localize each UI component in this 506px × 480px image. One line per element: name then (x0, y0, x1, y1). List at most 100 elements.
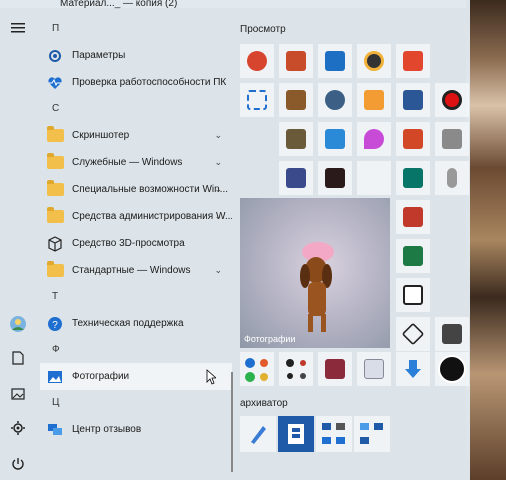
edit-icon (286, 168, 306, 188)
tile-gimp[interactable] (279, 122, 313, 156)
letter-header-t[interactable]: Т (40, 284, 232, 310)
excel-icon (403, 246, 423, 266)
tile-voice[interactable] (435, 161, 469, 195)
chevron-down-icon[interactable]: ⌄ (214, 130, 222, 141)
tile-app[interactable] (435, 122, 469, 156)
background-window-title: Материал..._ — копия (2) (60, 0, 178, 9)
tile-mini-group[interactable] (240, 352, 274, 386)
pictures-button[interactable] (6, 382, 30, 406)
app-icon (325, 168, 345, 188)
tile-download[interactable] (396, 352, 430, 386)
list-item-label: Средства администрирования W... (72, 211, 232, 222)
tile-word[interactable] (396, 83, 430, 117)
user-avatar-button[interactable] (6, 312, 30, 336)
group-title-arkhivator[interactable]: архиватор (240, 398, 288, 409)
svg-text:?: ? (52, 320, 58, 331)
record-icon (442, 90, 462, 110)
archive-icon (325, 359, 345, 379)
disc-icon (364, 51, 384, 71)
tile-app[interactable] (240, 416, 276, 452)
start-menu: Материал..._ — копия (2) П Параметры Про… (0, 0, 470, 480)
app-list: П Параметры Проверка работоспособности П… (40, 16, 232, 443)
tile-app[interactable] (318, 44, 352, 78)
tile-app[interactable] (396, 200, 430, 234)
hamburger-icon (11, 23, 25, 33)
tile-calculator[interactable] (435, 317, 469, 351)
app-icon (286, 51, 306, 71)
folder-icon (46, 180, 64, 199)
chevron-down-icon[interactable]: ⌄ (214, 211, 222, 222)
letter-header-ts[interactable]: Ц (40, 390, 232, 416)
list-item-tech-support[interactable]: ? Техническая поддержка (40, 310, 232, 337)
photos-icon (46, 368, 64, 386)
tile-app[interactable] (318, 352, 352, 386)
tile-archiver[interactable] (278, 416, 314, 452)
list-item-accessibility[interactable]: Специальные возможности Win... ⌄ (40, 176, 232, 203)
tile-app[interactable] (396, 278, 430, 312)
list-item-photos[interactable]: Фотографии (40, 363, 232, 390)
group-title-prosmotr[interactable]: Просмотр (240, 24, 286, 35)
mini-apps-icon (360, 423, 383, 444)
tile-app[interactable] (240, 44, 274, 78)
mini-apps-icon (322, 423, 345, 444)
heart-pulse-icon (46, 74, 64, 92)
tile-app[interactable] (357, 83, 391, 117)
tile-app[interactable] (318, 161, 352, 195)
chevron-down-icon[interactable]: ⌄ (214, 184, 222, 195)
tile-powerpoint[interactable] (396, 122, 430, 156)
list-item-label: Техническая поддержка (72, 318, 184, 329)
tile-office[interactable] (396, 44, 430, 78)
tile-app[interactable] (318, 122, 352, 156)
letter-header-s[interactable]: С (40, 96, 232, 122)
publisher-icon (403, 168, 423, 188)
chart-icon (403, 207, 423, 227)
tile-3d[interactable] (396, 317, 430, 351)
list-item-label: Фотографии (72, 371, 130, 382)
tile-mini-group[interactable] (279, 352, 313, 386)
gear-icon (11, 421, 25, 435)
tile-recorder[interactable] (435, 83, 469, 117)
tile-app[interactable] (279, 44, 313, 78)
tile-app[interactable] (357, 352, 391, 386)
list-item-accessories[interactable]: Стандартные — Windows ⌄ (40, 257, 232, 284)
tile-app[interactable] (240, 83, 274, 117)
arrow-down-icon (405, 360, 421, 378)
list-item-screenshoter[interactable]: Скриншотер ⌄ (40, 122, 232, 149)
snip-icon (247, 90, 267, 110)
list-item-admin-tools[interactable]: Средства администрирования W... ⌄ (40, 203, 232, 230)
list-item-settings[interactable]: Параметры (40, 42, 232, 69)
hamburger-menu-button[interactable] (6, 16, 30, 40)
settings-button[interactable] (6, 416, 30, 440)
tile-app[interactable] (357, 44, 391, 78)
tile-mini-group[interactable] (316, 416, 352, 452)
tile-excel[interactable] (396, 239, 430, 273)
list-item-3d-viewer[interactable]: Средство 3D-просмотра (40, 230, 232, 257)
tile-app[interactable] (279, 83, 313, 117)
list-scrollbar[interactable] (231, 372, 233, 472)
tile-gauge[interactable] (435, 352, 469, 386)
letter-header-p[interactable]: П (40, 16, 232, 42)
tile-app[interactable] (357, 122, 391, 156)
list-item-label: Проверка работоспособности ПК (72, 77, 227, 88)
tile-mini-group[interactable] (354, 416, 390, 452)
font-icon (403, 285, 423, 305)
media-icon (364, 90, 384, 110)
tile-empty[interactable] (357, 161, 391, 195)
power-button[interactable] (6, 452, 30, 476)
help-icon: ? (46, 315, 64, 333)
documents-button[interactable] (6, 346, 30, 370)
tile-publisher[interactable] (396, 161, 430, 195)
tile-app[interactable] (279, 161, 313, 195)
chevron-down-icon[interactable]: ⌄ (214, 265, 222, 276)
list-item-pc-health[interactable]: Проверка работоспособности ПК (40, 69, 232, 96)
list-item-feedback-hub[interactable]: Центр отзывов (40, 416, 232, 443)
folder-icon (46, 261, 64, 280)
cube-icon (401, 322, 425, 346)
tile-camera[interactable] (318, 83, 352, 117)
list-item-label: Параметры (72, 50, 126, 61)
letter-header-f[interactable]: Ф (40, 337, 232, 363)
list-item-system-tools[interactable]: Служебные — Windows ⌄ (40, 149, 232, 176)
chevron-down-icon[interactable]: ⌄ (214, 157, 222, 168)
list-item-label: Центр отзывов (72, 424, 142, 435)
tile-photos-live[interactable]: Фотографии (240, 198, 390, 348)
